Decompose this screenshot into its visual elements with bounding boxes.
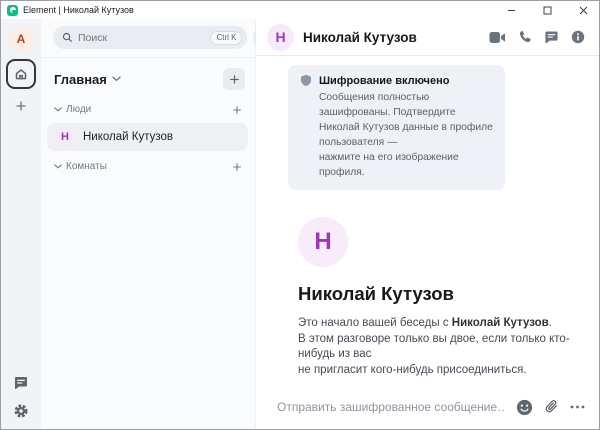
create-space-button[interactable] bbox=[10, 95, 32, 117]
chevron-down-icon bbox=[54, 164, 62, 169]
section-people[interactable]: Люди bbox=[41, 96, 255, 119]
plus-icon bbox=[232, 162, 242, 172]
minimize-icon bbox=[507, 6, 516, 15]
plus-icon bbox=[15, 100, 27, 112]
room-avatar: Н bbox=[55, 127, 75, 147]
space-title[interactable]: Главная bbox=[54, 72, 107, 87]
shield-icon bbox=[300, 74, 312, 87]
plus-icon bbox=[229, 74, 240, 85]
search-icon bbox=[62, 32, 73, 43]
chat-bubble-icon bbox=[544, 30, 559, 44]
chevron-down-icon bbox=[112, 76, 121, 82]
encryption-notice: Шифрование включено Сообщения полностью … bbox=[288, 65, 505, 190]
intro-description: Это начало вашей беседы с Николай Кутузо… bbox=[298, 316, 574, 378]
room-list-panel: Ctrl K Главная Люди bbox=[41, 19, 256, 429]
info-icon bbox=[571, 30, 585, 44]
section-rooms[interactable]: Комнаты bbox=[41, 153, 255, 176]
plus-icon bbox=[232, 105, 242, 115]
message-input[interactable] bbox=[277, 400, 505, 414]
room-info-button[interactable] bbox=[571, 30, 585, 44]
element-logo-icon bbox=[7, 5, 18, 16]
chat-title[interactable]: Николай Кутузов bbox=[303, 30, 480, 45]
maximize-icon bbox=[543, 6, 552, 15]
attachment-icon bbox=[544, 399, 559, 415]
room-intro: Н Николай Кутузов Это начало вашей бесед… bbox=[298, 217, 574, 378]
search-input[interactable] bbox=[78, 32, 205, 44]
maximize-button[interactable] bbox=[541, 4, 553, 16]
message-timeline: Шифрование включено Сообщения полностью … bbox=[256, 56, 599, 391]
message-composer bbox=[256, 391, 599, 429]
encryption-body-line: Николай Кутузов данные в профиле пользов… bbox=[319, 120, 493, 150]
window-title: Element | Николай Кутузов bbox=[23, 5, 134, 15]
chat-panel: Н Николай Кутузов bbox=[256, 19, 599, 429]
room-name: Николай Кутузов bbox=[83, 131, 173, 143]
threads-icon bbox=[13, 375, 29, 391]
video-call-icon bbox=[489, 31, 506, 44]
voice-call-icon bbox=[518, 30, 532, 44]
more-options-icon bbox=[570, 405, 585, 409]
minimize-button[interactable] bbox=[505, 4, 517, 16]
encryption-body-line: нажмите на его изображение профиля. bbox=[319, 150, 493, 180]
more-options-button[interactable] bbox=[570, 405, 585, 409]
add-room-button[interactable] bbox=[223, 68, 245, 90]
chevron-down-icon bbox=[54, 107, 62, 112]
room-list-item[interactable]: Н Николай Кутузов bbox=[47, 123, 248, 151]
chat-avatar[interactable]: Н bbox=[267, 24, 294, 51]
intro-room-name: Николай Кутузов bbox=[298, 283, 574, 305]
section-people-label: Люди bbox=[66, 104, 91, 115]
voice-call-button[interactable] bbox=[518, 30, 532, 44]
element-window: Element | Николай Кутузов A bbox=[0, 0, 600, 430]
intro-avatar[interactable]: Н bbox=[298, 217, 348, 267]
home-space-button[interactable] bbox=[6, 59, 36, 89]
emoji-icon bbox=[516, 399, 533, 416]
encryption-title: Шифрование включено bbox=[319, 75, 449, 87]
add-rooms-button[interactable] bbox=[232, 162, 242, 172]
titlebar: Element | Николай Кутузов bbox=[1, 1, 599, 19]
emoji-button[interactable] bbox=[516, 399, 533, 416]
close-button[interactable] bbox=[577, 4, 589, 16]
user-avatar[interactable]: A bbox=[8, 26, 34, 52]
home-icon bbox=[14, 67, 28, 81]
chat-header: Н Николай Кутузов bbox=[256, 19, 599, 56]
threads-button[interactable] bbox=[13, 375, 29, 391]
attachment-button[interactable] bbox=[544, 399, 559, 415]
intro-peer-name: Николай Кутузов bbox=[452, 317, 549, 329]
add-people-button[interactable] bbox=[232, 105, 242, 115]
gear-icon bbox=[13, 403, 29, 419]
close-icon bbox=[579, 6, 588, 15]
video-call-button[interactable] bbox=[489, 31, 506, 44]
section-rooms-label: Комнаты bbox=[66, 161, 107, 172]
search-shortcut-badge: Ctrl K bbox=[210, 31, 242, 45]
spaces-rail: A bbox=[1, 19, 41, 429]
chat-threads-button[interactable] bbox=[544, 30, 559, 44]
settings-button[interactable] bbox=[13, 403, 29, 419]
search-box[interactable]: Ctrl K bbox=[53, 26, 247, 49]
encryption-body-line: Сообщения полностью зашифрованы. Подтвер… bbox=[319, 90, 493, 120]
